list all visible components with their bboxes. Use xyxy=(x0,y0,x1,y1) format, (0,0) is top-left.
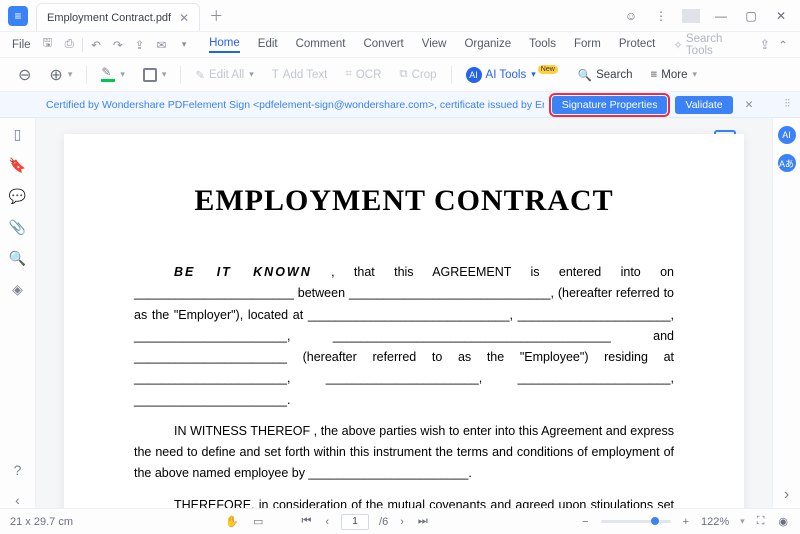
tab-edit[interactable]: Edit xyxy=(258,38,278,52)
tab-organize[interactable]: Organize xyxy=(464,38,511,52)
collapse-left-icon[interactable]: ‹ xyxy=(15,492,20,508)
titlebar: ≡ Employment Contract.pdf ✕ ＋ ☺ ⋮ — ▢ ✕ xyxy=(0,0,800,32)
close-sigbar-icon[interactable]: ✕ xyxy=(741,99,758,111)
tab-view[interactable]: View xyxy=(422,38,447,52)
maximize-button[interactable]: ▢ xyxy=(742,9,760,23)
left-sidebar: ▯ 🔖 💬 📎 🔍 ◈ ? ‹ xyxy=(0,118,36,508)
close-window-button[interactable]: ✕ xyxy=(772,9,790,23)
quickaccess-more-icon[interactable]: ▾ xyxy=(175,39,193,50)
share-icon[interactable]: ⇪ xyxy=(131,38,149,52)
document-canvas[interactable]: ↗ EMPLOYMENT CONTRACT BE IT KNOWN , that… xyxy=(36,118,772,508)
pdf-page: EMPLOYMENT CONTRACT BE IT KNOWN , that t… xyxy=(64,134,744,508)
comments-icon[interactable]: 💬 xyxy=(9,188,26,205)
crop-button[interactable]: ⧉ Crop xyxy=(395,65,440,84)
shape-tool[interactable]: ▾ xyxy=(139,65,171,85)
ocr-button[interactable]: ⌗ OCR xyxy=(341,65,385,84)
help-icon[interactable]: ? xyxy=(14,462,22,478)
undo-icon[interactable]: ↶ xyxy=(87,38,105,52)
tab-protect[interactable]: Protect xyxy=(619,38,655,52)
paragraph-3: THEREFORE, in consideration of the mutua… xyxy=(134,495,674,509)
zoom-out-status[interactable]: − xyxy=(580,516,590,528)
page-number-input[interactable] xyxy=(341,514,369,530)
page-dimensions: 21 x 29.7 cm xyxy=(10,516,73,528)
zoom-percent: 122% xyxy=(701,516,729,528)
add-tab-button[interactable]: ＋ xyxy=(206,6,226,26)
ai-translate-icon[interactable]: Aあ xyxy=(778,154,796,172)
zoom-in-status[interactable]: + xyxy=(681,516,691,528)
more-button[interactable]: ≡ More▾ xyxy=(647,66,701,84)
app-logo[interactable]: ≡ xyxy=(0,6,36,26)
status-bar: 21 x 29.7 cm ✋ ▭ ⏮ ‹ /6 › ⏭ − + 122% ▾ ⛶… xyxy=(0,508,800,534)
search-tools-button[interactable]: ✧ Search Tools xyxy=(673,33,751,57)
print-icon[interactable]: ⎙ xyxy=(60,38,78,51)
add-text-button[interactable]: T Add Text xyxy=(268,66,332,84)
file-menu[interactable]: File xyxy=(8,37,35,53)
right-sidebar: AI Aあ › xyxy=(772,118,800,508)
redo-icon[interactable]: ↷ xyxy=(109,38,127,52)
validate-button[interactable]: Validate xyxy=(675,96,732,114)
save-icon[interactable]: 🖫 xyxy=(39,35,57,54)
ai-tools-button[interactable]: AI AI Tools▾ New xyxy=(462,64,564,86)
hand-tool-icon[interactable]: ✋ xyxy=(223,515,241,528)
toolbar: ⊖ ⊕▾ ▾ ▾ ✎ Edit All▾ T Add Text ⌗ OCR ⧉ … xyxy=(0,58,800,92)
document-title: EMPLOYMENT CONTRACT xyxy=(134,184,674,218)
paragraph-1: BE IT KNOWN , that this AGREEMENT is ent… xyxy=(134,262,674,411)
attachments-icon[interactable]: 📎 xyxy=(9,219,26,236)
first-page-button[interactable]: ⏮ xyxy=(299,515,313,528)
tab-convert[interactable]: Convert xyxy=(363,38,403,52)
select-tool-icon[interactable]: ▭ xyxy=(251,515,265,528)
tab-title: Employment Contract.pdf xyxy=(47,12,171,24)
signature-text: Certified by Wondershare PDFelement Sign… xyxy=(46,99,544,111)
ai-assistant-icon[interactable]: AI xyxy=(778,126,796,144)
tab-comment[interactable]: Comment xyxy=(296,38,346,52)
signature-info-bar: Certified by Wondershare PDFelement Sign… xyxy=(0,92,800,118)
layers-icon[interactable]: ◈ xyxy=(12,281,23,298)
document-body: BE IT KNOWN , that this AGREEMENT is ent… xyxy=(134,262,674,508)
close-tab-icon[interactable]: ✕ xyxy=(179,11,189,25)
main-menu-tabs: Home Edit Comment Convert View Organize … xyxy=(209,37,655,53)
signature-properties-button[interactable]: Signature Properties xyxy=(552,96,668,114)
minimize-button[interactable]: — xyxy=(712,9,730,23)
zoom-out-button[interactable]: ⊖ xyxy=(14,62,35,88)
last-page-button[interactable]: ⏭ xyxy=(416,515,430,528)
bookmarks-icon[interactable]: 🔖 xyxy=(9,157,26,174)
cloud-upload-icon[interactable]: ⇪ xyxy=(759,37,770,53)
collapse-ribbon-icon[interactable]: ⌃ xyxy=(774,38,792,52)
document-tab[interactable]: Employment Contract.pdf ✕ xyxy=(36,3,200,31)
search-panel-icon[interactable]: 🔍 xyxy=(9,250,26,267)
paragraph-2: IN WITNESS THEREOF , the above parties w… xyxy=(134,421,674,485)
fit-page-icon[interactable]: ⛶ xyxy=(755,515,767,528)
tab-home[interactable]: Home xyxy=(209,37,240,53)
next-page-button[interactable]: › xyxy=(398,516,406,528)
highlighter-tool[interactable]: ▾ xyxy=(97,65,129,85)
zoom-slider[interactable] xyxy=(601,520,671,523)
thumbnails-icon[interactable]: ▯ xyxy=(14,126,22,143)
menubar: File 🖫 ⎙ ↶ ↷ ⇪ ✉ ▾ Home Edit Comment Con… xyxy=(0,32,800,58)
prev-page-button[interactable]: ‹ xyxy=(323,516,331,528)
scroll-right-icon[interactable]: › xyxy=(774,482,800,508)
overflow-icon[interactable]: ⋮ xyxy=(652,9,670,23)
tab-tools[interactable]: Tools xyxy=(529,38,556,52)
tab-form[interactable]: Form xyxy=(574,38,601,52)
zoom-in-button[interactable]: ⊕▾ xyxy=(45,62,76,88)
edit-all-button[interactable]: ✎ Edit All▾ xyxy=(191,65,257,85)
feedback-icon[interactable]: ☺ xyxy=(622,9,640,23)
search-button[interactable]: 🔍 Search xyxy=(574,65,637,85)
read-mode-icon[interactable]: ◉ xyxy=(776,515,790,528)
page-total: /6 xyxy=(379,516,388,528)
sparkle-icon: ✧ xyxy=(673,38,683,52)
mail-icon[interactable]: ✉ xyxy=(153,38,171,52)
workspace: ▯ 🔖 💬 📎 🔍 ◈ ? ‹ ↗ EMPLOYMENT CONTRACT BE… xyxy=(0,118,800,508)
sidebar-collapse-icon[interactable]: ⫶⫶ xyxy=(785,98,790,111)
